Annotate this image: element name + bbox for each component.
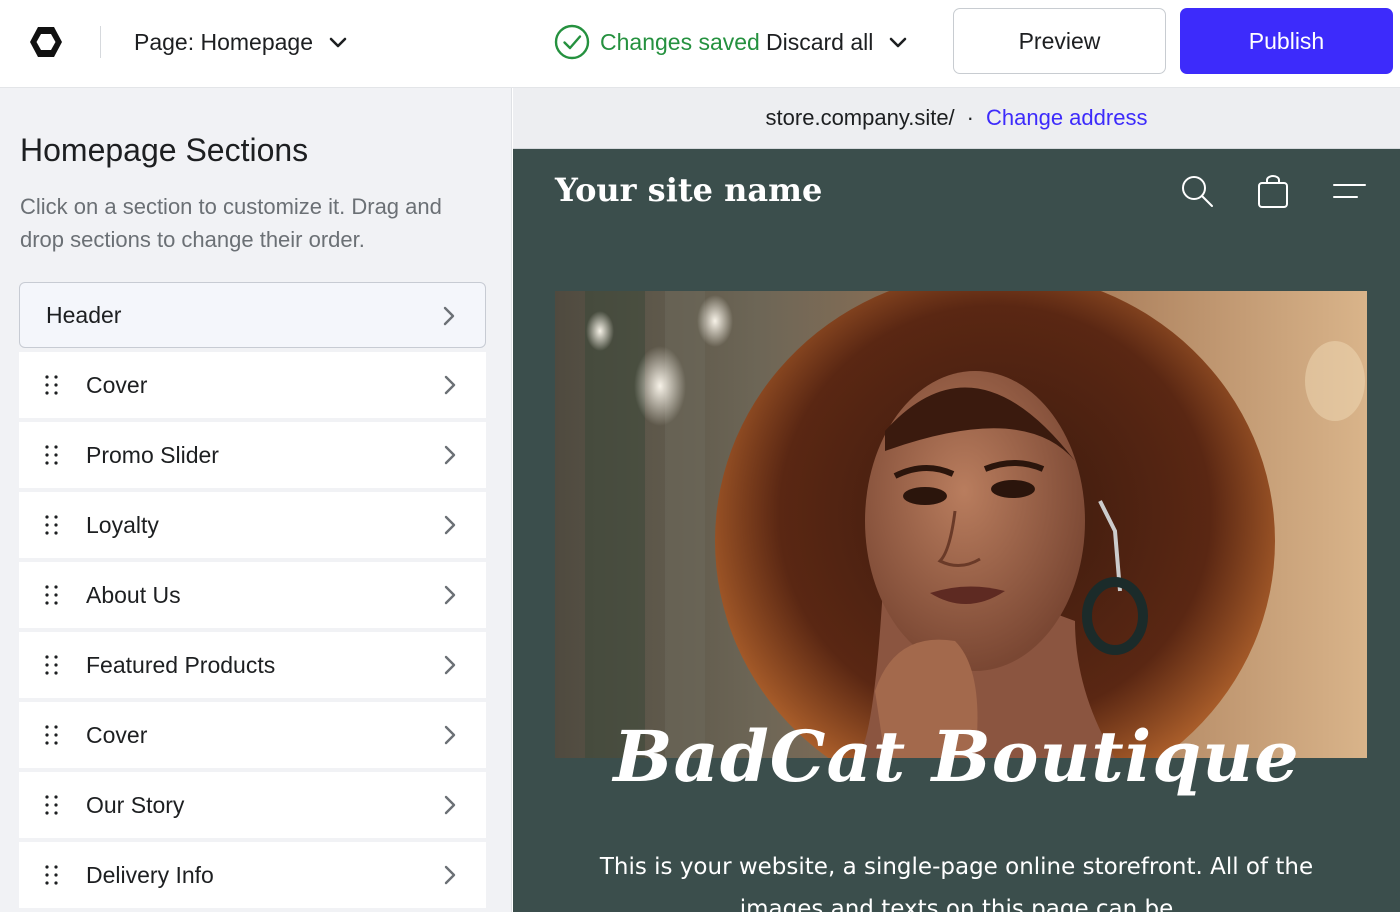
chevron-right-icon — [444, 445, 456, 465]
chevron-right-icon — [444, 655, 456, 675]
section-item-label: Cover — [86, 721, 148, 748]
section-item-header[interactable]: Header — [19, 282, 486, 348]
chevron-down-icon — [890, 37, 907, 48]
site-name: Your site name — [555, 171, 823, 209]
sidebar-description: Click on a section to customize it. Drag… — [20, 194, 442, 252]
section-item-featured-products[interactable]: Featured Products — [19, 632, 486, 698]
chevron-down-icon — [329, 37, 347, 48]
section-item-label: Featured Products — [86, 651, 276, 678]
section-item-label: Delivery Info — [86, 861, 214, 888]
preview-button[interactable]: Preview — [953, 8, 1166, 74]
hero-title: BadCat Boutique — [613, 715, 1300, 798]
section-item-our-story[interactable]: Our Story — [19, 772, 486, 838]
section-item-cover-2[interactable]: Cover — [19, 702, 486, 768]
drag-handle-icon[interactable] — [43, 514, 61, 536]
section-item-about-us[interactable]: About Us — [19, 562, 486, 628]
chevron-right-icon — [444, 515, 456, 535]
section-item-delivery-info[interactable]: Delivery Info — [19, 842, 486, 908]
chevron-right-icon — [443, 306, 455, 326]
change-address-link[interactable]: Change address — [986, 105, 1147, 131]
top-toolbar: Page: Homepage Changes saved Discard all… — [0, 0, 1400, 88]
toolbar-divider — [100, 26, 101, 58]
sections-sidebar: Homepage Sections Click on a section to … — [0, 88, 512, 912]
drag-handle-icon[interactable] — [43, 794, 61, 816]
discard-all-dropdown[interactable]: Discard all — [766, 26, 909, 58]
section-item-label: Our Story — [86, 791, 185, 818]
search-icon[interactable] — [1179, 173, 1215, 209]
drag-handle-icon[interactable] — [43, 724, 61, 746]
hero-image — [555, 291, 1367, 758]
drag-handle-icon[interactable] — [43, 654, 61, 676]
section-item-label: Promo Slider — [86, 441, 219, 468]
section-item-promo-slider[interactable]: Promo Slider — [19, 422, 486, 488]
sidebar-title: Homepage Sections — [20, 132, 309, 168]
save-status-text: Changes saved — [600, 28, 760, 55]
chevron-right-icon — [444, 865, 456, 885]
menu-icon[interactable] — [1331, 173, 1367, 209]
section-item-label: Loyalty — [86, 511, 159, 538]
site-address-bar: store.company.site/ · Change address — [513, 88, 1400, 149]
page-selector-label: Page: Homepage — [134, 28, 314, 55]
publish-button[interactable]: Publish — [1180, 8, 1393, 74]
drag-handle-icon[interactable] — [43, 374, 61, 396]
chevron-right-icon — [444, 585, 456, 605]
check-circle-icon — [554, 24, 590, 60]
chevron-right-icon — [444, 725, 456, 745]
chevron-right-icon — [444, 795, 456, 815]
hero-description: This is your website, a single-page onli… — [599, 854, 1314, 912]
chevron-right-icon — [444, 375, 456, 395]
drag-handle-icon[interactable] — [43, 864, 61, 886]
save-status: Changes saved — [554, 24, 760, 60]
drag-handle-icon[interactable] — [43, 584, 61, 606]
address-separator: · — [966, 105, 974, 130]
section-item-label: About Us — [86, 581, 181, 608]
discard-all-label: Discard all — [766, 28, 874, 55]
shopping-bag-icon[interactable] — [1255, 173, 1291, 209]
app-logo-icon[interactable] — [28, 24, 64, 60]
drag-handle-icon[interactable] — [43, 444, 61, 466]
section-list: Header Cover Promo Slider Loyalty About … — [19, 282, 486, 912]
site-preview: Your site name BadCat Boutique This is y… — [513, 149, 1400, 912]
section-item-label: Header — [46, 301, 122, 328]
section-item-loyalty[interactable]: Loyalty — [19, 492, 486, 558]
section-item-label: Cover — [86, 371, 148, 398]
section-item-cover[interactable]: Cover — [19, 352, 486, 418]
site-url: store.company.site/ — [765, 105, 955, 130]
page-selector[interactable]: Page: Homepage — [134, 26, 349, 58]
